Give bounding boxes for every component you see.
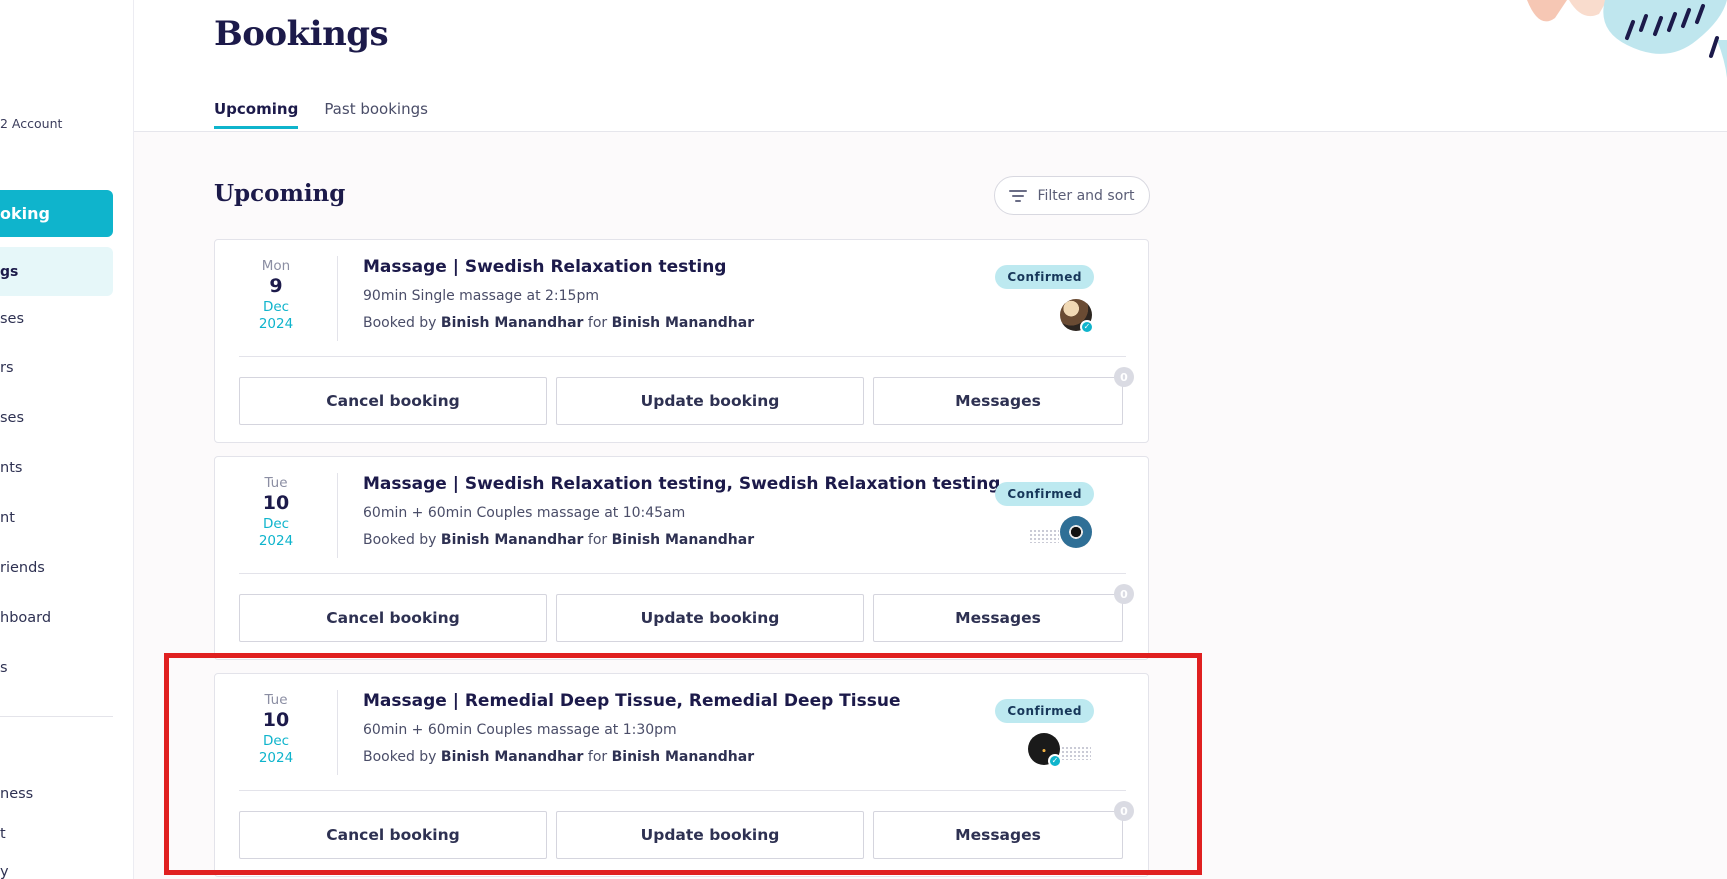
booking-date: Mon 9 Dec 2024	[215, 258, 337, 332]
filter-and-sort-button[interactable]: Filter and sort	[994, 176, 1150, 215]
booking-details: 60min + 60min Couples massage at 10:45am	[363, 505, 686, 521]
date-year: 2024	[258, 533, 294, 549]
date-day: 10	[262, 709, 290, 731]
card-divider	[239, 573, 1126, 574]
date-month: Dec	[262, 733, 290, 749]
booked-for-word: for	[587, 315, 608, 331]
booked-by-prefix: Booked by	[363, 315, 437, 331]
update-booking-button[interactable]: Update booking	[556, 377, 864, 425]
booking-booked-by: Booked by Binish Manandhar for Binish Ma…	[363, 315, 754, 331]
booked-by-name: Binish Manandhar	[440, 749, 584, 765]
sidebar-book-button[interactable]: oking	[0, 190, 113, 237]
message-count-badge: 0	[1114, 584, 1134, 604]
cancel-booking-button[interactable]: Cancel booking	[239, 377, 547, 425]
sidebar-item-4[interactable]: nts	[0, 460, 22, 476]
tab-upcoming[interactable]: Upcoming	[214, 100, 299, 129]
sidebar-item-bottom-3[interactable]: y	[0, 864, 9, 879]
sidebar-divider	[0, 716, 113, 717]
sidebar-account-link[interactable]: 2 Account	[0, 116, 62, 131]
date-weekday: Tue	[264, 475, 288, 491]
booked-by-prefix: Booked by	[363, 532, 437, 548]
booking-date: Tue 10 Dec 2024	[215, 692, 337, 766]
date-divider	[337, 473, 338, 558]
avatar-placeholder	[1061, 746, 1091, 760]
date-year: 2024	[258, 750, 294, 766]
booked-for-name: Binish Manandhar	[611, 315, 755, 331]
decorative-pattern	[1527, 0, 1727, 78]
booked-for-name: Binish Manandhar	[611, 532, 755, 548]
avatar-placeholder	[1029, 529, 1059, 543]
booking-card: Tue 10 Dec 2024 Massage | Swedish Relaxa…	[214, 456, 1149, 660]
sidebar-item-6[interactable]: riends	[0, 560, 45, 576]
sidebar-item-3[interactable]: ses	[0, 410, 24, 426]
tab-past-bookings[interactable]: Past bookings	[324, 100, 428, 129]
sidebar-item-bookings[interactable]: gs	[0, 247, 113, 296]
sidebar-item-1[interactable]: ses	[0, 311, 24, 327]
sidebar-item-bottom-2[interactable]: t	[0, 826, 6, 842]
filter-icon	[1009, 189, 1028, 203]
date-month: Dec	[262, 299, 290, 315]
booked-by-name: Binish Manandhar	[440, 532, 584, 548]
sidebar-item-5[interactable]: nt	[0, 510, 15, 526]
booking-card: Mon 9 Dec 2024 Massage | Swedish Relaxat…	[214, 239, 1149, 443]
date-day: 9	[269, 275, 283, 297]
messages-button[interactable]: Messages	[873, 594, 1123, 642]
page-title: Bookings	[214, 14, 389, 54]
update-booking-button[interactable]: Update booking	[556, 594, 864, 642]
sidebar-item-business[interactable]: ness	[0, 786, 33, 802]
message-count-badge: 0	[1114, 801, 1134, 821]
date-divider	[337, 256, 338, 341]
booking-title: Massage | Remedial Deep Tissue, Remedial…	[363, 691, 901, 711]
booking-details: 60min + 60min Couples massage at 1:30pm	[363, 722, 677, 738]
sidebar-item-7[interactable]: hboard	[0, 610, 51, 626]
avatar	[1060, 516, 1092, 548]
booked-for-word: for	[587, 749, 608, 765]
booked-for-word: for	[587, 532, 608, 548]
date-day: 10	[262, 492, 290, 514]
date-weekday: Tue	[264, 692, 288, 708]
status-badge: Confirmed	[995, 265, 1094, 289]
booking-card: Tue 10 Dec 2024 Massage | Remedial Deep …	[214, 673, 1149, 877]
card-divider	[239, 790, 1126, 791]
verified-check-icon: ✓	[1080, 320, 1094, 334]
booking-tabs: Upcoming Past bookings	[214, 100, 428, 129]
status-badge: Confirmed	[995, 482, 1094, 506]
booked-by-prefix: Booked by	[363, 749, 437, 765]
section-title: Upcoming	[214, 180, 346, 207]
status-badge: Confirmed	[995, 699, 1094, 723]
booked-for-name: Binish Manandhar	[611, 749, 755, 765]
date-month: Dec	[262, 516, 290, 532]
update-booking-button[interactable]: Update booking	[556, 811, 864, 859]
card-divider	[239, 356, 1126, 357]
cancel-booking-button[interactable]: Cancel booking	[239, 594, 547, 642]
filter-label: Filter and sort	[1037, 187, 1135, 204]
booking-title: Massage | Swedish Relaxation testing	[363, 257, 727, 277]
booked-by-name: Binish Manandhar	[440, 315, 584, 331]
booking-title: Massage | Swedish Relaxation testing, Sw…	[363, 474, 1001, 494]
sidebar: 2 Account oking gs ses rs ses nts nt rie…	[0, 0, 134, 879]
sidebar-item-2[interactable]: rs	[0, 360, 14, 376]
booking-date: Tue 10 Dec 2024	[215, 475, 337, 549]
verified-check-icon: ✓	[1048, 754, 1062, 768]
date-divider	[337, 690, 338, 775]
date-weekday: Mon	[261, 258, 291, 274]
booking-booked-by: Booked by Binish Manandhar for Binish Ma…	[363, 532, 754, 548]
sidebar-item-8[interactable]: s	[0, 660, 8, 676]
booking-booked-by: Booked by Binish Manandhar for Binish Ma…	[363, 749, 754, 765]
booking-details: 90min Single massage at 2:15pm	[363, 288, 599, 304]
date-year: 2024	[258, 316, 294, 332]
messages-button[interactable]: Messages	[873, 811, 1123, 859]
cancel-booking-button[interactable]: Cancel booking	[239, 811, 547, 859]
message-count-badge: 0	[1114, 367, 1134, 387]
messages-button[interactable]: Messages	[873, 377, 1123, 425]
